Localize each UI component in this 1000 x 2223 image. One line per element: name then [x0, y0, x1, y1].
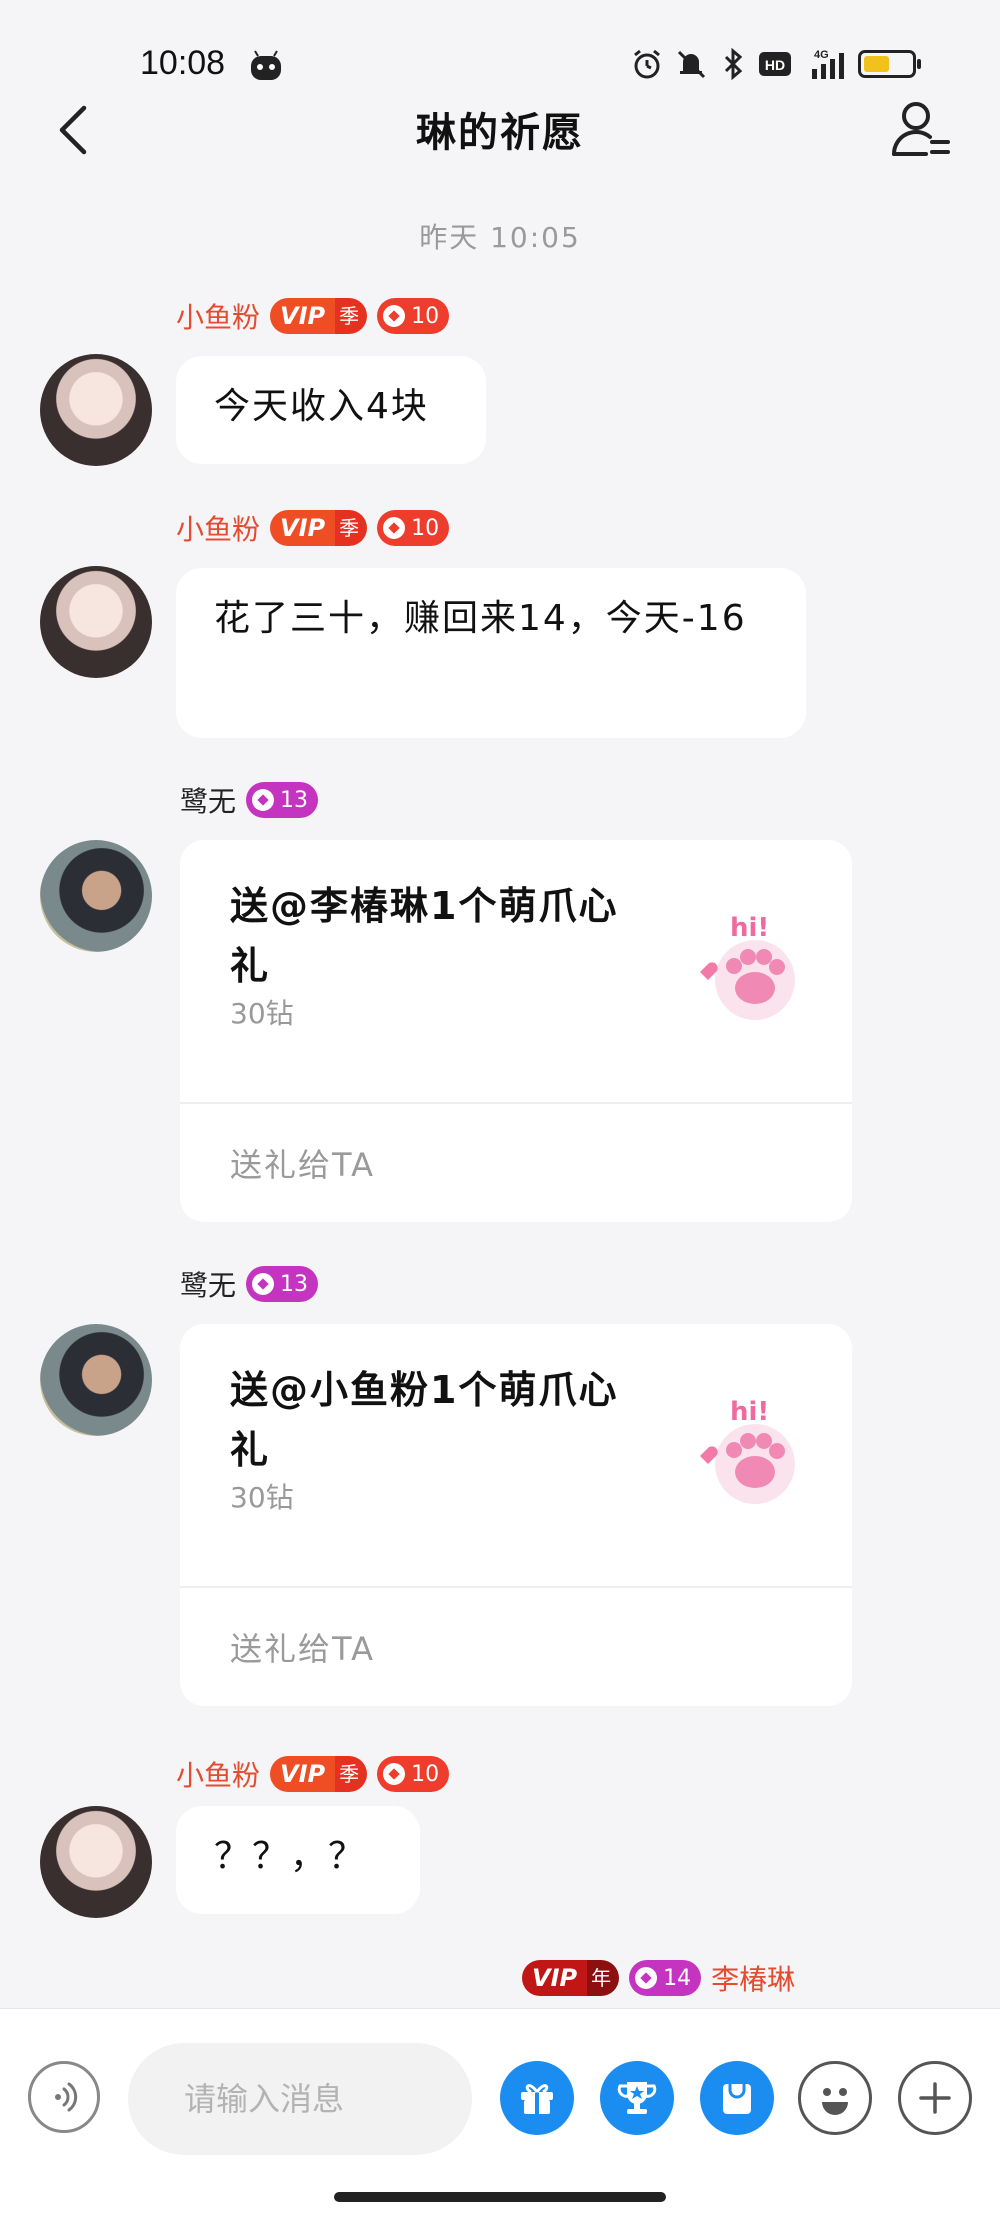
- avatar[interactable]: [40, 1806, 152, 1918]
- paw-gift-image: hi!: [700, 913, 795, 1020]
- avatar[interactable]: [40, 354, 152, 466]
- hd-icon: HD: [759, 52, 791, 76]
- avatar[interactable]: [40, 840, 152, 952]
- sender-name[interactable]: 小鱼粉: [176, 508, 260, 548]
- gift-price: 30钻: [230, 997, 294, 1030]
- level-badge: 10: [377, 510, 450, 546]
- emoji-button[interactable]: [798, 2061, 872, 2135]
- gift-price: 30钻: [230, 1481, 294, 1514]
- level-badge: 13: [246, 1266, 319, 1302]
- sender-line: 鹭无 13: [180, 780, 319, 820]
- voice-button[interactable]: [28, 2061, 100, 2133]
- message-bubble[interactable]: ？？，？: [176, 1806, 420, 1914]
- gift-icon: [521, 2084, 553, 2114]
- sender-name[interactable]: 鹭无: [180, 1264, 236, 1304]
- sender-name[interactable]: 鹭无: [180, 780, 236, 820]
- signal-4g-icon: 4G: [812, 49, 844, 79]
- voice-icon: [55, 2082, 78, 2112]
- level-badge: 13: [246, 782, 319, 818]
- message-input[interactable]: [128, 2043, 472, 2155]
- divider: [180, 1586, 852, 1588]
- alarm-icon: [634, 49, 660, 79]
- message-bubble[interactable]: 今天收入4块: [176, 356, 486, 464]
- bag-icon: [723, 2084, 751, 2114]
- gift-message: 送@小鱼粉1个萌爪心礼: [230, 1368, 619, 1472]
- trophy-button[interactable]: [600, 2061, 674, 2135]
- sender-line: 小鱼粉 VIP 季 10: [176, 1754, 450, 1794]
- sender-name[interactable]: 李椿琳: [711, 1958, 795, 1998]
- level-badge: 14: [629, 1960, 702, 1996]
- sender-name[interactable]: 小鱼粉: [176, 1754, 260, 1794]
- sender-name[interactable]: 小鱼粉: [176, 296, 260, 336]
- sender-line: 鹭无 13: [180, 1264, 319, 1304]
- mute-icon: [677, 50, 706, 79]
- gift-card: 送@小鱼粉1个萌爪心礼 30钻 hi! 送礼给TA: [180, 1324, 852, 1706]
- svg-text:4G: 4G: [814, 49, 829, 61]
- level-badge: 10: [377, 298, 450, 334]
- nav-bar: 琳的祈愿: [0, 90, 1000, 170]
- status-icons: HD 4G: [630, 44, 921, 84]
- status-time: 10:08: [140, 44, 226, 82]
- message-bubble[interactable]: 花了三十，赚回来14，今天-16: [176, 568, 806, 738]
- svg-text:HD: HD: [765, 57, 785, 73]
- more-button[interactable]: [898, 2061, 972, 2135]
- send-gift-button[interactable]: 送礼给TA: [230, 1140, 375, 1186]
- chat-timestamp: 昨天 10:05: [419, 221, 581, 254]
- avatar[interactable]: [40, 1324, 152, 1436]
- send-gift-button[interactable]: 送礼给TA: [230, 1624, 375, 1670]
- app-notification-icon: [251, 50, 281, 80]
- plus-icon: [919, 2082, 951, 2114]
- vip-badge: VIP 季: [270, 298, 368, 334]
- gift-card: 送@李椿琳1个萌爪心礼 30钻 hi! 送礼给TA: [180, 840, 852, 1222]
- home-indicator[interactable]: [334, 2192, 666, 2202]
- gift-button[interactable]: [500, 2061, 574, 2135]
- emoji-icon: [822, 2088, 848, 2115]
- trophy-icon: [617, 2082, 657, 2114]
- bag-button[interactable]: [700, 2061, 774, 2135]
- avatar[interactable]: [40, 566, 152, 678]
- sender-line: 小鱼粉 VIP 季 10: [176, 296, 450, 336]
- gift-message: 送@李椿琳1个萌爪心礼: [230, 884, 619, 988]
- level-badge: 10: [377, 1756, 450, 1792]
- vip-badge: VIP 年: [522, 1960, 620, 1996]
- divider: [180, 1102, 852, 1104]
- svg-text:hi!: hi!: [730, 913, 769, 943]
- sender-line: VIP 年 14 李椿琳: [522, 1958, 795, 1998]
- vip-badge: VIP 季: [270, 1756, 368, 1792]
- battery-icon: [858, 50, 921, 78]
- sender-line: 小鱼粉 VIP 季 10: [176, 508, 450, 548]
- vip-badge: VIP 季: [270, 510, 368, 546]
- member-list-icon[interactable]: [886, 96, 956, 166]
- bluetooth-icon: [724, 47, 743, 81]
- svg-text:hi!: hi!: [730, 1397, 769, 1427]
- input-bar: [0, 2008, 1000, 2223]
- page-title: 琳的祈愿: [416, 110, 584, 156]
- paw-gift-image: hi!: [700, 1397, 795, 1504]
